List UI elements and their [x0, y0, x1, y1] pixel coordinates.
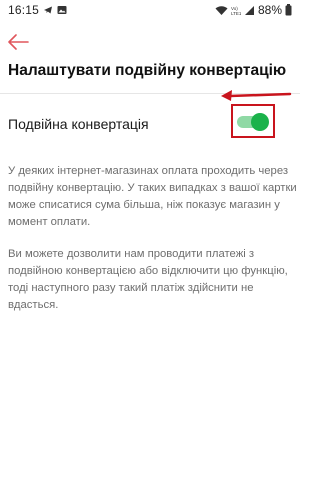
battery-percentage: 88% [257, 3, 282, 17]
page-title: Налаштувати подвійну конвертацію [8, 62, 287, 79]
double-conversion-label: Подвійна конвертація [8, 116, 149, 132]
status-bar: 16:15 Vo) LTE1 88% [0, 0, 300, 20]
telegram-icon [44, 6, 53, 14]
wifi-icon [215, 5, 228, 15]
signal-icon [244, 5, 254, 15]
description-paragraph-1: У деяких інтернет-магазинах оплата прохо… [8, 165, 297, 228]
back-button[interactable] [4, 30, 32, 54]
status-right: Vo) LTE1 88% [215, 3, 292, 17]
volte-icon: Vo) LTE1 [231, 6, 241, 16]
battery-icon [285, 4, 292, 16]
svg-text:LTE1: LTE1 [231, 11, 241, 16]
description-paragraph-2: Ви можете дозволити нам проводити платеж… [8, 248, 288, 311]
status-left: 16:15 [8, 3, 67, 17]
double-conversion-toggle[interactable] [237, 113, 269, 131]
gallery-icon [57, 6, 67, 14]
toggle-knob [251, 113, 269, 131]
annotation-arrow-icon [221, 90, 292, 101]
status-time: 16:15 [8, 3, 40, 17]
back-arrow-icon [8, 34, 29, 50]
